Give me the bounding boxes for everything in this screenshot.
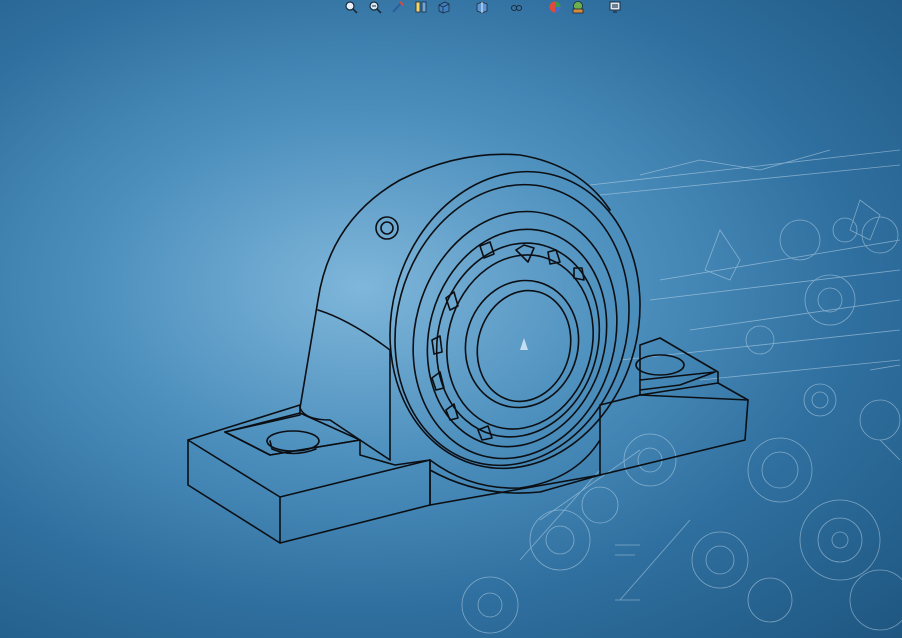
view-settings-icon[interactable] xyxy=(607,0,623,14)
pillow-block-bearing-model[interactable] xyxy=(0,0,902,638)
zoom-to-fit-icon[interactable] xyxy=(343,0,359,14)
view-orientation-icon[interactable] xyxy=(436,0,452,14)
bearing-insert xyxy=(412,210,618,460)
graphics-viewport[interactable] xyxy=(0,0,902,638)
zoom-area-icon[interactable] xyxy=(367,0,383,14)
display-style-icon[interactable] xyxy=(474,0,490,14)
edit-appearance-icon[interactable] xyxy=(547,0,563,14)
heads-up-view-toolbar xyxy=(0,0,902,16)
previous-view-icon[interactable] xyxy=(390,0,406,14)
left-base-foot xyxy=(187,404,431,544)
apply-scene-icon[interactable] xyxy=(570,0,586,14)
section-view-icon[interactable] xyxy=(413,0,429,14)
hide-show-items-icon[interactable] xyxy=(508,0,524,14)
